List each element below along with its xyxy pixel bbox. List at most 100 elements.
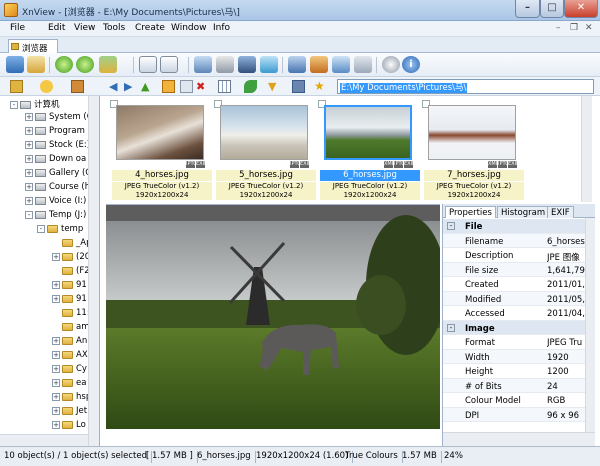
tree-folder[interactable]: _Ap [52,238,91,251]
property-row[interactable]: Width 1920 [443,349,587,364]
tree-folder[interactable]: + Lo [52,420,86,433]
info-icon[interactable]: i [402,56,420,73]
tree-folder[interactable]: + ea [52,378,86,391]
minimize-button[interactable]: – [515,0,540,18]
close-button[interactable]: ✕ [564,0,598,18]
web-page-icon[interactable] [310,56,328,73]
slideshow-icon[interactable] [194,56,212,73]
folders-icon[interactable] [10,80,23,93]
tab-exif[interactable]: EXIF [547,206,574,218]
categories-icon[interactable] [71,80,84,93]
thumbnail-size-icon[interactable] [292,80,305,93]
rating-star-icon[interactable]: ★ [314,80,327,93]
property-row[interactable]: Height 1200 [443,364,587,379]
tree-drive[interactable]: + System (C [25,112,93,125]
multipage-icon[interactable] [332,56,350,73]
maximize-button[interactable]: □ [540,0,564,18]
thumbnail-item[interactable]: IPTC EXIF 5_horses.jpg JPEG TrueColor (v… [212,98,316,200]
tree-drive[interactable]: + Voice (I:) [25,196,86,209]
sort-icon[interactable] [244,80,257,93]
thumbnail-item-selected[interactable]: XMP IPTC EXIF 6_horses.jpg JPEG TrueColo… [316,98,420,200]
browser-icon[interactable] [6,56,24,73]
address-field[interactable]: E:\My Documents\Pictures\马\ [337,79,594,94]
rename-icon[interactable] [180,80,193,93]
tree-folder[interactable]: +91 [52,280,87,293]
menu-window[interactable]: Window [171,23,207,33]
convert-icon[interactable] [260,56,278,73]
property-row[interactable]: DPI 96 x 96 [443,407,587,422]
mdi-restore-icon[interactable]: ❐ [570,23,578,33]
back-icon[interactable] [55,56,73,73]
menu-info[interactable]: Info [213,23,230,33]
new-folder-icon[interactable] [162,80,175,93]
properties-scrollbar[interactable] [585,218,595,432]
collapse-icon[interactable]: - [447,222,455,230]
mdi-close-icon[interactable]: ✕ [585,23,593,33]
property-row[interactable]: Modified 2011/05, [443,291,587,306]
view-mode-icon[interactable] [218,80,231,93]
tree-folder[interactable]: + Cy [52,364,87,377]
tree-root[interactable]: - 计算机 [10,98,60,111]
thumbnail-scrollbar[interactable] [581,96,592,202]
tree-folder[interactable]: + (20 [52,252,90,265]
property-group[interactable]: - File [443,219,587,234]
tree-drive[interactable]: + Course (h [25,182,90,195]
nav-forward-icon[interactable]: ▶ [124,80,137,93]
property-row[interactable]: Format JPEG Tru [443,335,587,350]
tab-browser[interactable]: 浏览器 [8,39,58,54]
acquire-icon[interactable] [99,56,117,73]
tab-properties[interactable]: Properties [445,206,496,218]
tree-folder[interactable]: - temp [37,224,83,237]
paste-icon[interactable] [160,56,178,73]
tab-histogram[interactable]: Histogram [497,206,550,218]
collapse-icon[interactable]: - [10,100,18,109]
tree-folder[interactable]: + Jet [52,406,87,419]
tree-drive[interactable]: - Temp (J:) [25,210,86,223]
contact-sheet-icon[interactable] [354,56,372,73]
property-row[interactable]: Colour Model RGB [443,393,587,408]
property-row[interactable]: Description JPE 图像 [443,248,587,263]
thumbnail-item[interactable]: XMP IPTC EXIF 7_horses.jpg JPEG TrueColo… [420,98,524,200]
capture-icon[interactable] [288,56,306,73]
tree-drive[interactable]: + Program [25,126,85,139]
scan-icon[interactable] [238,56,256,73]
nav-back-icon[interactable]: ◀ [109,80,122,93]
properties-horizontal-scrollbar[interactable] [443,432,595,446]
copy-icon[interactable] [139,56,157,73]
property-row[interactable]: File size 1,641,79 [443,262,587,277]
tree-folder[interactable]: + hsp [52,392,91,405]
property-group[interactable]: - Image [443,320,587,335]
favorites-icon[interactable] [40,80,53,93]
tree-folder[interactable]: + An [52,336,87,349]
tree-drive[interactable]: + Gallery (G [25,168,92,181]
tree-vertical-scrollbar[interactable] [88,96,99,446]
print-icon[interactable] [216,56,234,73]
thumbnail-dimensions: 1920x1200x24 [216,191,316,200]
tree-drive[interactable]: + Down oa [25,154,86,167]
menu-edit[interactable]: Edit [48,23,65,33]
tree-drive[interactable]: + Stock (E:) [25,140,90,153]
tree-folder[interactable]: + AX [52,350,88,363]
property-row[interactable]: Accessed 2011/04, [443,306,587,321]
thumbnail-item[interactable]: IPTC EXIF 4_horses.jpg JPEG TrueColor (v… [108,98,212,200]
filter-icon[interactable]: ▼ [268,80,281,93]
collapse-icon[interactable]: - [447,323,455,332]
property-row[interactable]: # of Bits 24 [443,378,587,393]
tree-folder[interactable]: am [52,322,90,335]
forward-icon[interactable] [76,56,94,73]
menu-tools[interactable]: Tools [103,23,125,33]
tree-folder[interactable]: 11: [52,308,90,321]
menu-file[interactable]: File [10,23,25,33]
nav-up-icon[interactable]: ▲ [141,80,154,93]
menu-create[interactable]: Create [135,23,165,33]
tree-folder[interactable]: (F2 [52,266,90,279]
delete-icon[interactable]: ✖ [196,80,209,93]
open-folder-icon[interactable] [27,56,45,73]
property-row[interactable]: Created 2011/01, [443,277,587,292]
tree-folder[interactable]: +91 [52,294,87,307]
menu-view[interactable]: View [74,23,95,33]
settings-gear-icon[interactable] [382,56,400,73]
tree-horizontal-scrollbar[interactable] [0,434,88,446]
mdi-minimize-icon[interactable]: – [556,23,561,33]
property-row[interactable]: Filename 6_horses [443,233,587,248]
